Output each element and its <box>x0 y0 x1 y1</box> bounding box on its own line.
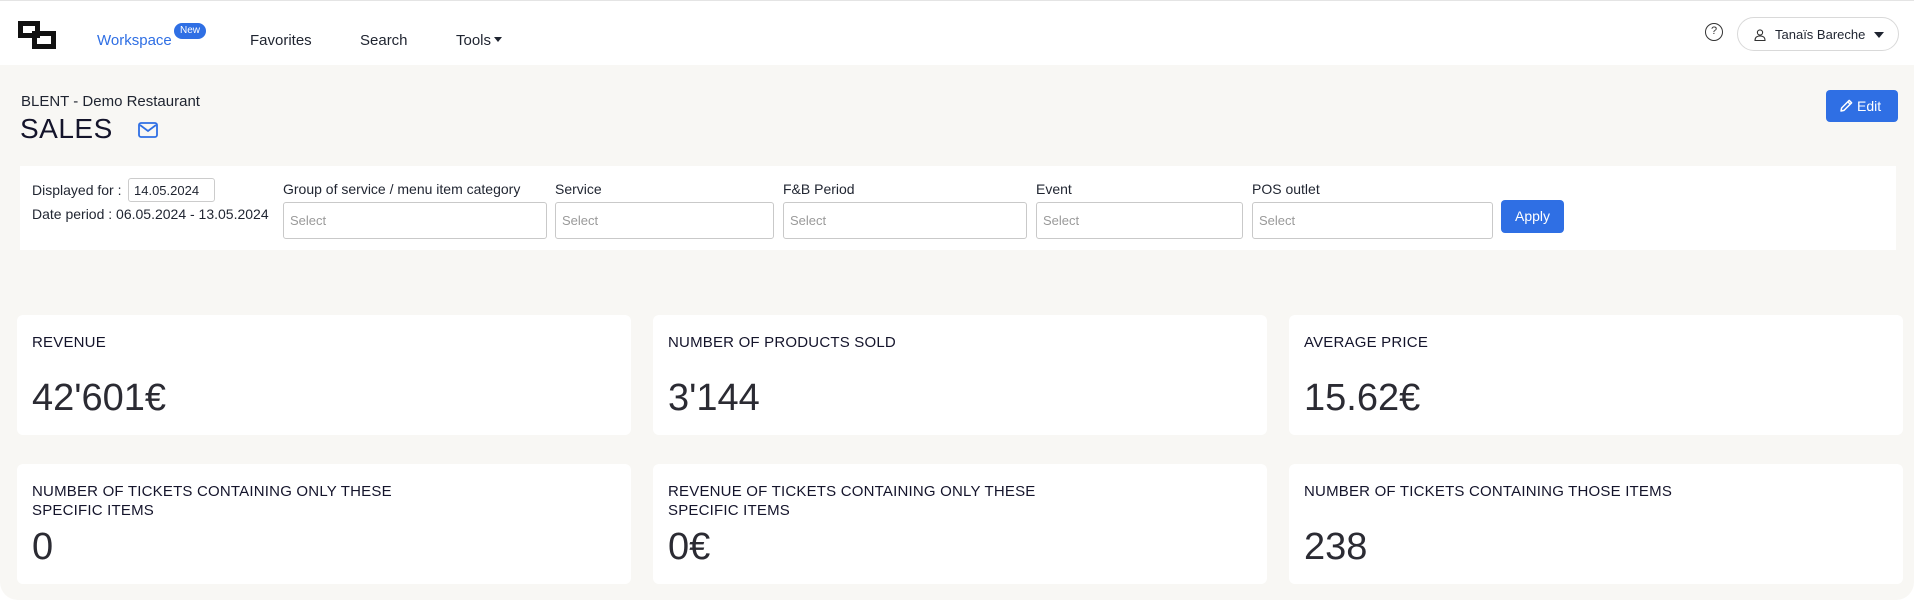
new-badge: New <box>174 23 207 39</box>
pencil-icon <box>1840 99 1853 112</box>
filter-label-service: Service <box>555 181 602 197</box>
restaurant-name: BLENT - Demo Restaurant <box>21 93 200 110</box>
mail-icon[interactable] <box>138 122 158 138</box>
user-name: Tanaïs Bareche <box>1775 27 1866 42</box>
page-title: SALES <box>20 113 113 144</box>
date-period-text: Date period : 06.05.2024 - 13.05.2024 <box>32 206 269 222</box>
kpi-value: 3'144 <box>668 377 760 419</box>
kpi-value: 42'601€ <box>32 377 167 419</box>
select-group-category[interactable]: Select <box>283 202 547 239</box>
edit-button-label: Edit <box>1857 98 1882 114</box>
nav-tools-dropdown[interactable]: Tools <box>456 32 503 49</box>
kpi-title: NUMBER OF PRODUCTS SOLD <box>668 334 896 351</box>
kpi-title: NUMBER OF TICKETS CONTAINING ONLY THESE … <box>32 483 392 519</box>
nav-favorites[interactable]: Favorites <box>250 32 312 49</box>
kpi-card-average-price: AVERAGE PRICE 15.62€ <box>1289 315 1903 435</box>
kpi-title: NUMBER OF TICKETS CONTAINING THOSE ITEMS <box>1304 483 1673 500</box>
chevron-down-icon <box>1874 32 1884 38</box>
filter-label-fb-period: F&B Period <box>783 181 855 197</box>
kpi-value: 15.62€ <box>1304 377 1421 419</box>
app-window: Workspace New Favorites Search Tools ? T… <box>0 0 1914 600</box>
select-pos-outlet[interactable]: Select <box>1252 202 1493 239</box>
help-icon[interactable]: ? <box>1705 23 1723 41</box>
filter-bar: Displayed for : 14.05.2024 Date period :… <box>20 166 1896 250</box>
select-fb-period[interactable]: Select <box>783 202 1027 239</box>
filter-label-pos-outlet: POS outlet <box>1252 181 1320 197</box>
kpi-card-revenue: REVENUE 42'601€ <box>17 315 631 435</box>
kpi-card-tickets-only-items: NUMBER OF TICKETS CONTAINING ONLY THESE … <box>17 464 631 584</box>
kpi-card-products-sold: NUMBER OF PRODUCTS SOLD 3'144 <box>653 315 1267 435</box>
kpi-card-tickets-containing-items: NUMBER OF TICKETS CONTAINING THOSE ITEMS… <box>1289 464 1903 584</box>
nav-search[interactable]: Search <box>360 32 408 49</box>
top-navbar: Workspace New Favorites Search Tools ? T… <box>0 1 1914 65</box>
kpi-value: 238 <box>1304 526 1368 568</box>
edit-button[interactable]: Edit <box>1826 90 1898 122</box>
filter-label-group: Group of service / menu item category <box>283 181 521 197</box>
kpi-value: 0 <box>32 526 54 568</box>
kpi-card-revenue-tickets-only-items: REVENUE OF TICKETS CONTAINING ONLY THESE… <box>653 464 1267 584</box>
filter-label-event: Event <box>1036 181 1072 197</box>
select-service[interactable]: Select <box>555 202 774 239</box>
apply-button[interactable]: Apply <box>1501 200 1564 233</box>
kpi-title: AVERAGE PRICE <box>1304 334 1429 351</box>
app-logo-icon[interactable] <box>18 21 56 49</box>
displayed-date-input[interactable]: 14.05.2024 <box>128 178 215 202</box>
user-menu-button[interactable]: Tanaïs Bareche <box>1737 17 1899 51</box>
kpi-title: REVENUE <box>32 334 106 351</box>
kpi-value: 0€ <box>668 526 711 568</box>
displayed-for-label: Displayed for : <box>32 182 122 198</box>
kpi-title: REVENUE OF TICKETS CONTAINING ONLY THESE… <box>668 483 1036 519</box>
chevron-down-icon <box>494 37 503 42</box>
nav-tools-label: Tools <box>456 32 492 49</box>
select-event[interactable]: Select <box>1036 202 1243 239</box>
user-icon <box>1754 29 1766 41</box>
nav-workspace[interactable]: Workspace <box>97 32 172 49</box>
